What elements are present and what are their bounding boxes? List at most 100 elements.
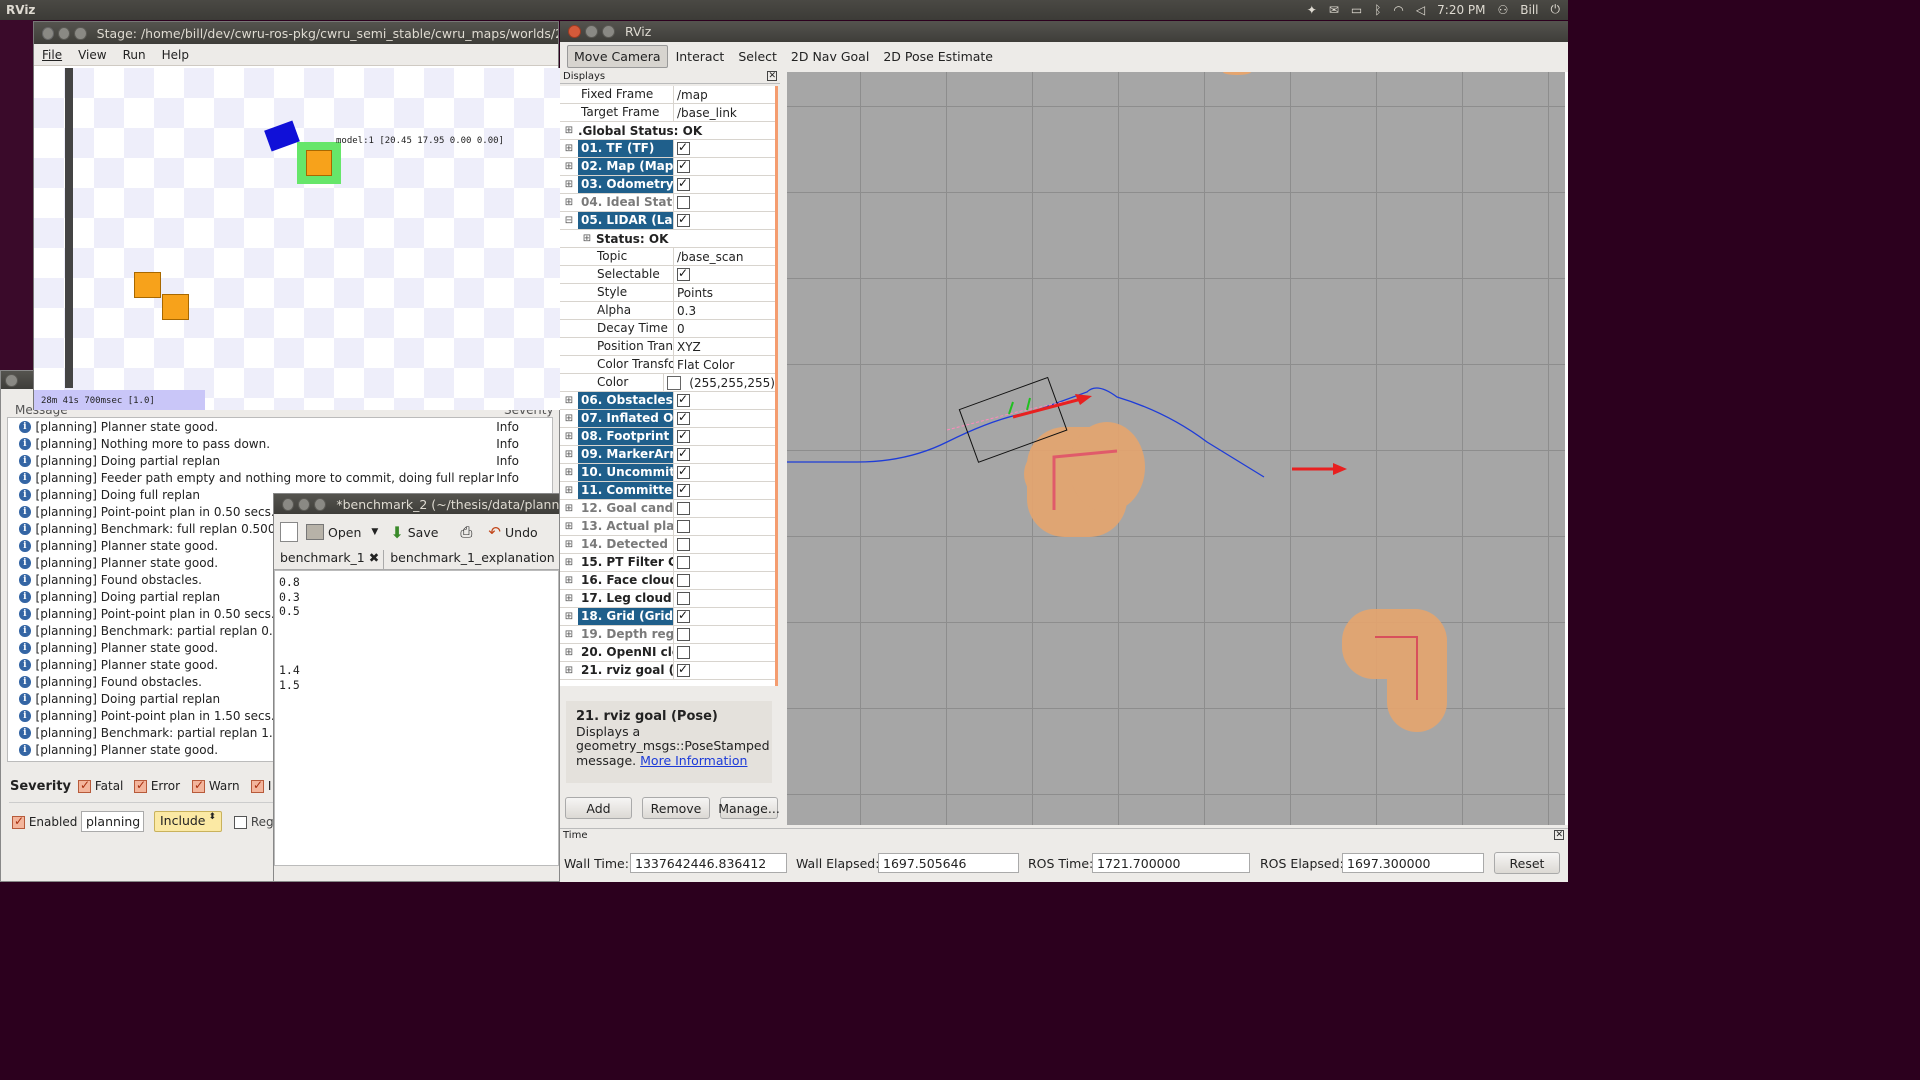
menu-view[interactable]: View <box>70 48 114 62</box>
expand-icon[interactable]: ⊞ <box>560 194 578 212</box>
display-row[interactable]: ⊞21. rviz goal (Po <box>560 662 775 680</box>
display-row[interactable]: ⊞20. OpenNI clou <box>560 644 775 662</box>
expand-icon[interactable]: ⊞ <box>560 572 578 590</box>
property-value-cell[interactable]: Points <box>673 284 775 301</box>
display-row[interactable]: ⊞04. Ideal State (P <box>560 194 775 212</box>
global-status-row[interactable]: ⊞ .Global Status: OK <box>560 122 775 140</box>
display-enabled-checkbox[interactable] <box>673 626 775 643</box>
mail-icon[interactable]: ✉ <box>1329 3 1339 17</box>
display-enabled-checkbox[interactable] <box>673 140 775 157</box>
error-filter[interactable]: Error <box>134 778 180 793</box>
wall-time-field[interactable]: 1337642446.836412 <box>630 853 787 873</box>
property-value-cell[interactable]: 0 <box>673 320 775 337</box>
display-enabled-checkbox[interactable] <box>673 212 775 229</box>
display-enabled-checkbox[interactable] <box>673 662 775 679</box>
ros-time-field[interactable]: 1721.700000 <box>1092 853 1250 873</box>
expand-icon[interactable]: ⊞ <box>560 122 578 140</box>
property-value-cell[interactable]: Flat Color <box>673 356 775 373</box>
lidar-property-row[interactable]: Color Transfo Flat Color <box>560 356 775 374</box>
lidar-property-row[interactable]: Selectable <box>560 266 775 284</box>
expand-icon[interactable]: ⊞ <box>560 626 578 644</box>
display-enabled-checkbox[interactable] <box>673 482 775 499</box>
undo-button[interactable]: Undo <box>505 525 538 540</box>
display-enabled-checkbox[interactable] <box>673 518 775 535</box>
expand-icon[interactable]: ⊞ <box>560 608 578 626</box>
tab-close-icon[interactable]: ✖ <box>369 550 379 565</box>
print-icon[interactable]: ⎙ <box>460 523 472 541</box>
fixed-frame-row[interactable]: Fixed Frame/map <box>560 86 775 104</box>
open-button[interactable]: Open <box>328 525 361 540</box>
property-value-cell[interactable]: XYZ <box>673 338 775 355</box>
display-enabled-checkbox[interactable] <box>673 410 775 427</box>
include-select[interactable]: Include ⬍ <box>154 811 222 832</box>
manage-button[interactable]: Manage... <box>718 797 780 819</box>
text-line[interactable] <box>279 648 554 663</box>
log-row[interactable]: i [planning] Doing partial replan Info <box>8 452 552 469</box>
property-value-cell[interactable]: (255,255,255) <box>663 374 775 391</box>
regex-filter[interactable]: Reg <box>234 815 274 829</box>
undo-icon[interactable]: ↶ <box>488 523 501 541</box>
save-icon[interactable]: ⬇ <box>390 523 403 542</box>
display-row[interactable]: ⊞ 11. Committed <box>560 482 775 500</box>
log-close-button[interactable] <box>5 373 18 387</box>
remove-button[interactable]: Remove <box>642 797 710 819</box>
save-button[interactable]: Save <box>408 525 439 540</box>
display-enabled-checkbox[interactable] <box>673 644 775 661</box>
expand-icon[interactable]: ⊞ <box>560 446 578 464</box>
power-icon[interactable]: ⏻ <box>1551 2 1561 17</box>
warn-filter[interactable]: Warn <box>192 778 240 793</box>
filter-text-input[interactable]: planning <box>81 811 144 832</box>
lidar-property-row[interactable]: Color (255,255,255) <box>560 374 775 392</box>
displays-close-icon[interactable]: ✕ <box>767 71 777 81</box>
text-line[interactable] <box>279 619 554 634</box>
expand-icon[interactable]: ⊞ <box>560 518 578 536</box>
stage-close-button[interactable] <box>42 26 55 40</box>
text-line[interactable]: 0.5 <box>279 604 554 619</box>
stage-canvas[interactable]: model:1 [20.45 17.95 0.00 0.00] 28m 41s … <box>34 68 560 410</box>
display-enabled-checkbox[interactable] <box>673 554 775 571</box>
display-tree[interactable]: Fixed Frame/map Target Frame/base_link ⊞ .G… <box>560 86 778 686</box>
expand-icon[interactable]: ⊞ <box>578 230 596 248</box>
display-enabled-checkbox[interactable] <box>673 608 775 625</box>
menu-file[interactable]: File <box>34 48 70 62</box>
new-document-icon[interactable] <box>280 522 298 542</box>
text-line[interactable]: 0.8 <box>279 575 554 590</box>
expand-icon[interactable]: ⊞ <box>560 392 578 410</box>
display-row[interactable]: ⊞03. Odometry (O <box>560 176 775 194</box>
expand-icon[interactable]: ⊞ <box>560 536 578 554</box>
display-row[interactable]: ⊞14. Detected Per <box>560 536 775 554</box>
lidar-status-row[interactable]: ⊞ Status: OK <box>560 230 775 248</box>
tab-benchmark-1[interactable]: benchmark_1 ✖ <box>274 550 385 569</box>
lidar-property-row[interactable]: Topic/base_scan <box>560 248 775 266</box>
display-row[interactable]: ⊞ 18. Grid (Grid) <box>560 608 775 626</box>
rviz-maximize-button[interactable] <box>602 25 615 38</box>
text-line[interactable] <box>279 634 554 649</box>
open-dropdown-icon[interactable]: ▼ <box>371 527 378 537</box>
fixed-frame-value[interactable]: /map <box>673 86 775 103</box>
display-enabled-checkbox[interactable] <box>673 464 775 481</box>
expand-icon[interactable]: ⊞ <box>560 428 578 446</box>
open-icon[interactable] <box>306 524 324 540</box>
menu-help[interactable]: Help <box>154 48 197 62</box>
display-enabled-checkbox[interactable] <box>673 428 775 445</box>
robot-model[interactable] <box>306 150 332 176</box>
more-information-link[interactable]: More Information <box>640 753 747 768</box>
text-line[interactable]: 1.5 <box>279 678 554 693</box>
stage-minimize-button[interactable] <box>58 26 71 40</box>
wifi-icon[interactable]: ◠ <box>1393 3 1403 17</box>
display-enabled-checkbox[interactable] <box>673 500 775 517</box>
fatal-filter[interactable]: Fatal <box>78 778 123 793</box>
expand-icon[interactable]: ⊞ <box>560 410 578 428</box>
selectable-checkbox[interactable] <box>677 266 690 281</box>
expand-icon[interactable]: ⊞ <box>560 464 578 482</box>
log-row[interactable]: i [planning] Nothing more to pass down. In… <box>8 435 552 452</box>
display-enabled-checkbox[interactable] <box>673 176 775 193</box>
tool-2d-nav-goal[interactable]: 2D Nav Goal <box>785 46 875 67</box>
expand-icon[interactable]: ⊞ <box>560 482 578 500</box>
display-row[interactable]: ⊞ 01. TF (TF) <box>560 140 775 158</box>
battery-icon[interactable]: ▭ <box>1351 3 1362 17</box>
display-row[interactable]: ⊞13. Actual planne <box>560 518 775 536</box>
display-enabled-checkbox[interactable] <box>673 392 775 409</box>
gedit-minimize-button[interactable] <box>298 497 311 511</box>
display-row[interactable]: ⊞17. Leg cloud (P <box>560 590 775 608</box>
